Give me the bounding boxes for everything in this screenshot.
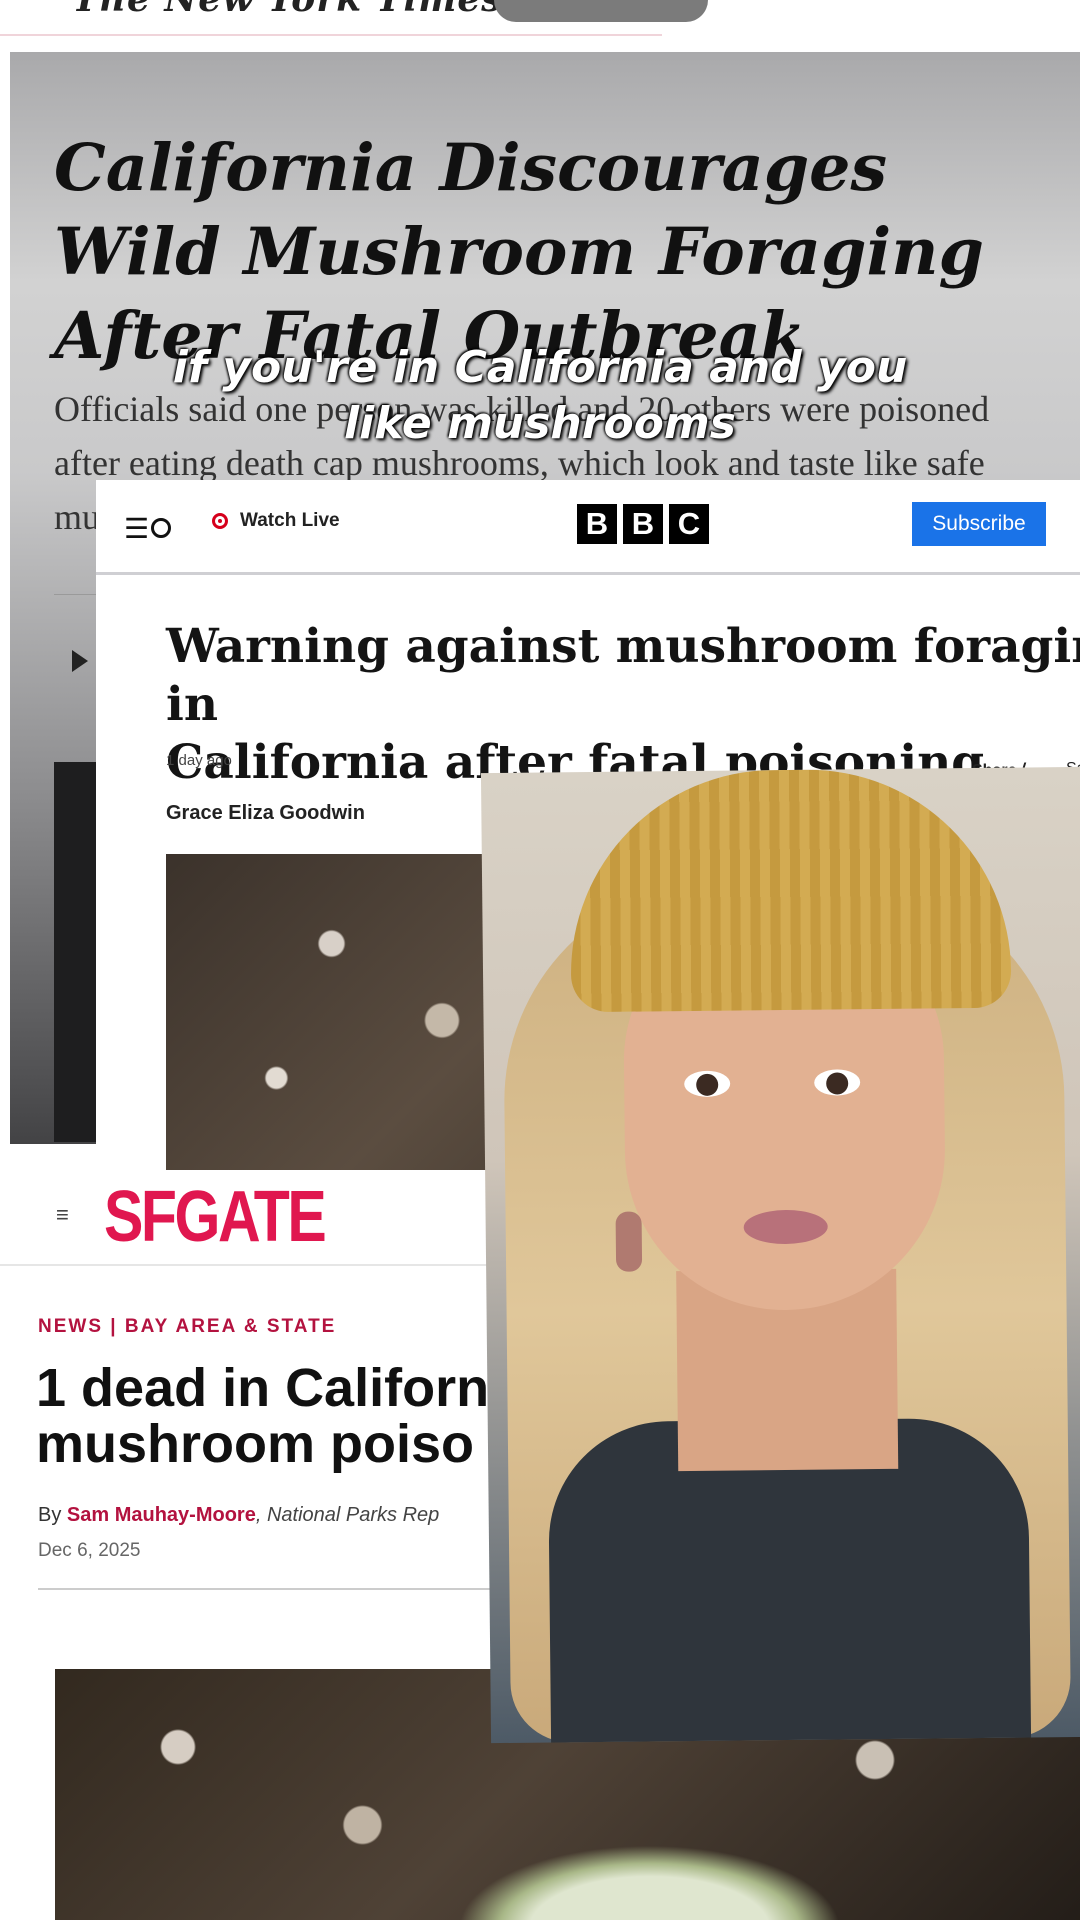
timestamp: 1 day ago xyxy=(166,752,232,769)
sfgate-logo[interactable]: SFGATE xyxy=(104,1176,327,1258)
video-caption: if you're in California and you like mus… xyxy=(172,342,908,449)
author-role: , National Parks Rep xyxy=(255,1504,440,1526)
watch-live-link[interactable]: Watch Live xyxy=(212,510,340,532)
subscribe-button[interactable]: Subscribe xyxy=(912,502,1046,546)
pill-handle xyxy=(494,0,708,22)
presenter-video xyxy=(480,766,1080,1744)
presenter-earring xyxy=(615,1211,643,1272)
menu-icon: ☰ xyxy=(124,513,149,544)
search-icon xyxy=(151,517,172,538)
nyt-masthead-logo[interactable]: The New York Times xyxy=(72,0,503,20)
publish-date: Dec 6, 2025 xyxy=(38,1540,141,1561)
bbc-logo[interactable]: B B C xyxy=(577,504,709,544)
bbc-logo-letter: C xyxy=(669,504,709,544)
presenter-beanie xyxy=(568,767,1012,1013)
nyt-top-bar: The New York Times xyxy=(0,0,1080,48)
section-breadcrumb[interactable]: NEWS | BAY AREA & STATE xyxy=(38,1316,336,1338)
menu-icon[interactable]: ≡ xyxy=(56,1202,69,1228)
byline-prefix: By xyxy=(38,1504,67,1526)
bbc-headline[interactable]: Warning against mushroom foraging in Cal… xyxy=(166,618,1080,792)
author-name: Grace Eliza Goodwin xyxy=(166,802,365,824)
divider xyxy=(0,34,662,36)
play-icon[interactable] xyxy=(72,650,88,672)
bbc-logo-letter: B xyxy=(577,504,617,544)
byline: By Sam Mauhay-Moore, National Parks Rep xyxy=(38,1504,439,1527)
watch-live-label: Watch Live xyxy=(240,510,340,531)
bbc-logo-letter: B xyxy=(623,504,663,544)
menu-search-button[interactable]: ☰ xyxy=(124,512,172,545)
bbc-nav-bar: ☰ Watch Live B B C Subscribe xyxy=(96,480,1080,575)
live-icon xyxy=(212,513,228,529)
author-link[interactable]: Sam Mauhay-Moore xyxy=(67,1504,256,1526)
